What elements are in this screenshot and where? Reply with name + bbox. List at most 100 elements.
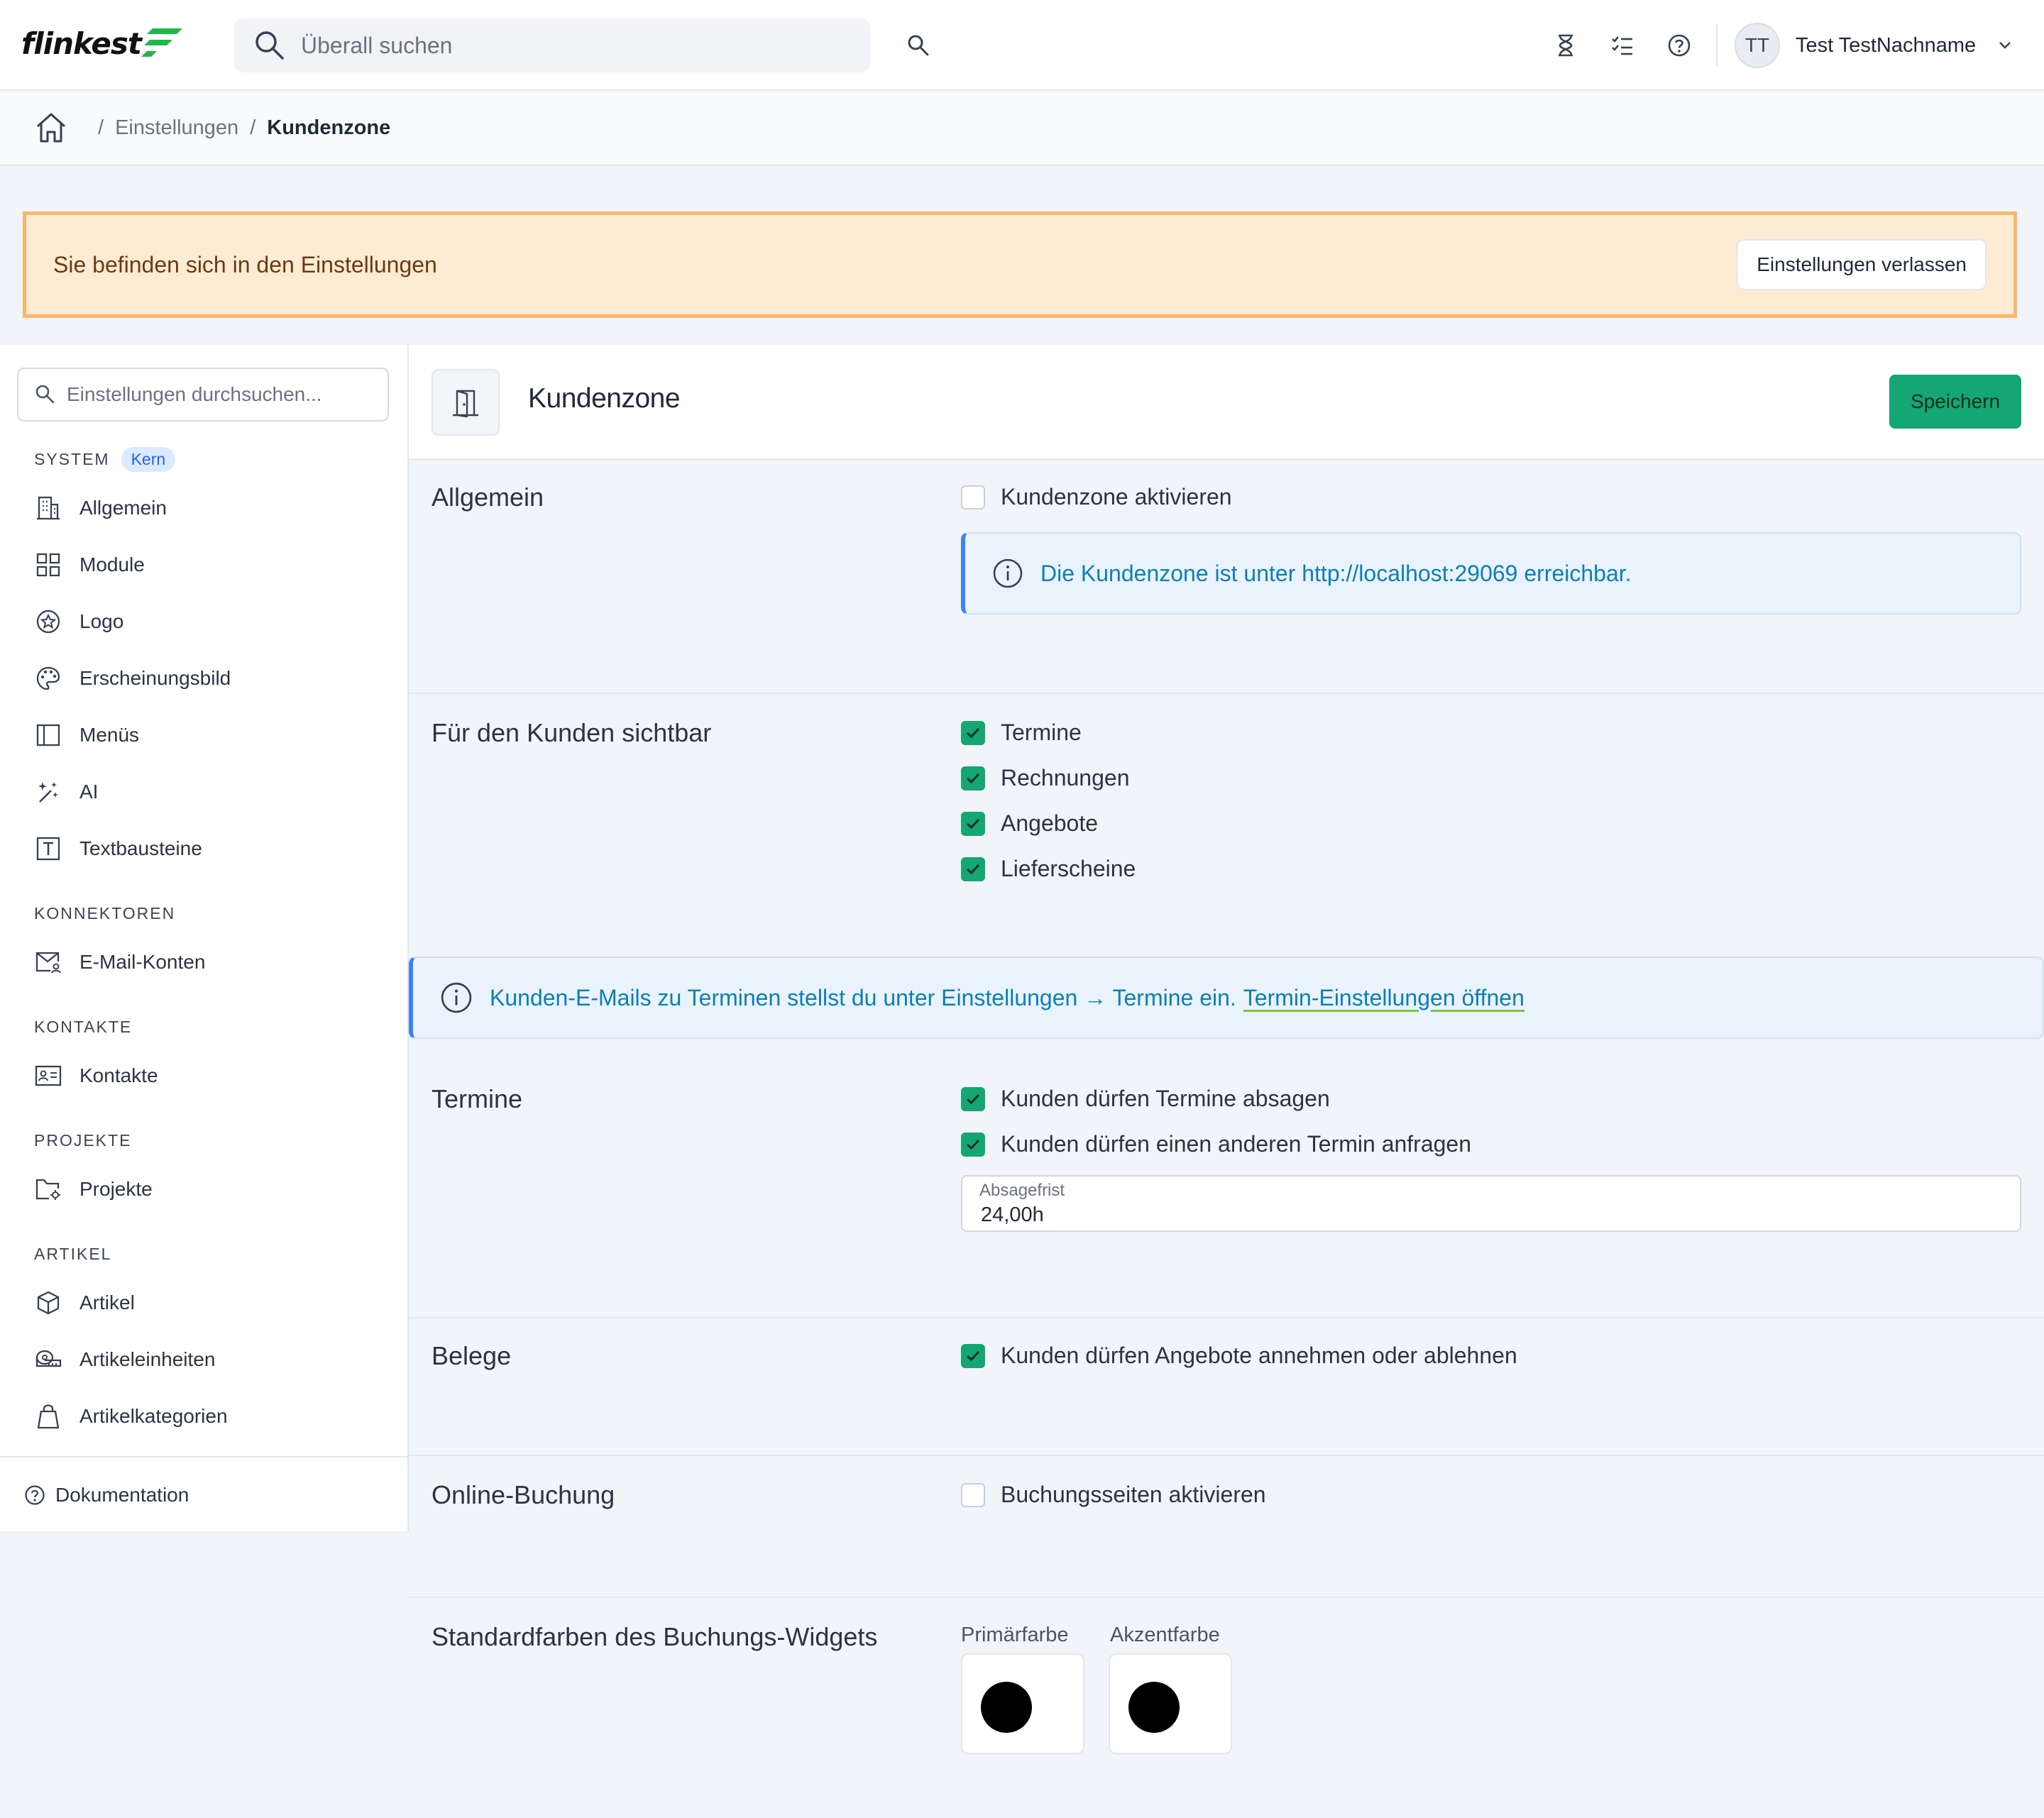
accent-color-label: Akzentfarbe	[1110, 1624, 1220, 1646]
field-label: Absagefrist	[979, 1181, 1065, 1200]
check-icon	[966, 864, 980, 874]
checkbox[interactable]	[961, 811, 985, 836]
check-icon	[966, 1093, 980, 1104]
checkbox[interactable]	[961, 720, 985, 745]
user-menu[interactable]: TT Test TestNachname	[1735, 23, 2013, 68]
sidebar-item-label: Allgemein	[79, 497, 167, 519]
sidebar-item-label: Erscheinungsbild	[79, 667, 231, 689]
sidebar-item-label: Artikelkategorien	[79, 1405, 228, 1427]
info-text: Kunden-E-Mails zu Terminen stellst du un…	[490, 984, 1236, 1010]
checkbox-buchungsseiten-aktivieren[interactable]: Buchungsseiten aktivieren	[961, 1482, 1266, 1508]
checkbox[interactable]	[961, 766, 985, 790]
section-title-belege: Belege	[432, 1341, 512, 1370]
home-icon[interactable]	[34, 111, 68, 145]
sidebar-item-label: AI	[79, 781, 99, 803]
layout-sidebar-icon	[34, 721, 62, 749]
check-icon	[966, 1350, 980, 1361]
checkbox[interactable]	[961, 1132, 985, 1157]
page-header: Kundenzone Speichern	[409, 345, 2044, 460]
leave-settings-button[interactable]: Einstellungen verlassen	[1737, 239, 1987, 290]
section-title: PROJEKTE	[34, 1131, 132, 1150]
checkbox-termine[interactable]: Termine	[961, 720, 1082, 746]
help-icon[interactable]	[1664, 30, 1695, 61]
page-title: Kundenzone	[528, 383, 681, 414]
sidebar-item-textbausteine[interactable]: Textbausteine	[34, 834, 202, 863]
save-button[interactable]: Speichern	[1889, 375, 2021, 429]
sidebar-item-projekte[interactable]: Projekte	[34, 1175, 153, 1203]
checkbox[interactable]	[961, 1343, 985, 1368]
section-title-widget-farben: Standardfarben des Buchungs-Widgets	[432, 1622, 878, 1651]
search-icon	[35, 385, 55, 404]
sidebar-item-email-konten[interactable]: E-Mail-Konten	[34, 948, 205, 976]
absagefrist-field[interactable]: Absagefrist 24,00h	[961, 1175, 2021, 1232]
checkbox-label: Kunden dürfen einen anderen Termin anfra…	[1001, 1131, 1472, 1157]
section-title-allgemein: Allgemein	[432, 483, 544, 512]
termin-settings-link[interactable]: Termin-Einstellungen öffnen	[1243, 985, 1524, 1011]
building-icon	[34, 494, 62, 522]
grid-icon	[34, 551, 62, 579]
checkbox[interactable]	[961, 1482, 985, 1507]
checkbox[interactable]	[961, 485, 985, 509]
section-divider	[409, 1455, 2044, 1456]
field-value: 24,00h	[981, 1203, 1044, 1226]
checkbox-termin-anfragen[interactable]: Kunden dürfen einen anderen Termin anfra…	[961, 1131, 1471, 1157]
sidebar-item-label: Artikeleinheiten	[79, 1348, 216, 1370]
sidebar-item-logo[interactable]: Logo	[34, 607, 123, 636]
user-name: Test TestNachname	[1796, 33, 1977, 57]
checkbox-rechnungen[interactable]: Rechnungen	[961, 765, 1129, 791]
documentation-label: Dokumentation	[55, 1484, 189, 1506]
sidebar-item-menus[interactable]: Menüs	[34, 721, 139, 749]
app-logo[interactable]: flinkest	[21, 24, 185, 62]
sidebar-item-label: Projekte	[79, 1178, 153, 1200]
section-title: SYSTEM	[34, 450, 110, 468]
documentation-link[interactable]: Dokumentation	[0, 1456, 407, 1533]
sidebar-item-artikelkategorien[interactable]: Artikelkategorien	[34, 1402, 228, 1431]
check-icon	[966, 727, 980, 738]
package-icon	[34, 1289, 62, 1317]
check-icon	[966, 818, 980, 829]
text-block-icon	[34, 834, 62, 863]
checkbox[interactable]	[961, 1086, 985, 1111]
sidebar-item-label: Textbausteine	[79, 837, 202, 859]
search-submit-icon[interactable]	[903, 30, 934, 61]
sidebar-item-kontakte[interactable]: Kontakte	[34, 1062, 158, 1090]
sidebar-item-allgemein[interactable]: Allgemein	[34, 494, 167, 522]
door-icon	[432, 369, 500, 436]
section-title-online-buchung: Online-Buchung	[432, 1480, 615, 1509]
primary-color-picker[interactable]	[961, 1653, 1084, 1754]
checkbox[interactable]	[961, 856, 985, 881]
checkbox-label: Lieferscheine	[1001, 856, 1136, 881]
palette-icon	[34, 664, 62, 693]
section-divider	[409, 693, 2044, 694]
measuring-tape-icon	[34, 1345, 62, 1374]
contact-card-icon	[34, 1062, 62, 1090]
sidebar-item-artikel[interactable]: Artikel	[34, 1289, 135, 1317]
checkbox-label: Buchungsseiten aktivieren	[1001, 1482, 1266, 1507]
sidebar-item-artikeleinheiten[interactable]: Artikeleinheiten	[34, 1345, 215, 1374]
global-search-input[interactable]: Überall suchen	[234, 18, 870, 72]
logo-mark-icon	[141, 28, 182, 57]
breadcrumb-item-einstellungen[interactable]: Einstellungen	[115, 116, 238, 140]
primary-color-label: Primärfarbe	[961, 1624, 1069, 1646]
sidebar-item-ai[interactable]: AI	[34, 778, 98, 806]
search-placeholder: Überall suchen	[301, 32, 453, 58]
checkbox-lieferscheine[interactable]: Lieferscheine	[961, 856, 1136, 882]
accent-color-picker[interactable]	[1109, 1653, 1232, 1754]
settings-search-input[interactable]: Einstellungen durchsuchen...	[17, 368, 389, 422]
breadcrumb: / Einstellungen / Kundenzone	[0, 91, 2044, 166]
checkbox-angebote[interactable]: Angebote	[961, 810, 1098, 837]
task-list-icon[interactable]	[1607, 30, 1638, 61]
checkbox-angebote-annehmen[interactable]: Kunden dürfen Angebote annehmen oder abl…	[961, 1343, 1517, 1369]
checkbox-label: Kunden dürfen Angebote annehmen oder abl…	[1001, 1343, 1517, 1368]
hourglass-icon[interactable]	[1550, 30, 1581, 61]
checkbox-label: Termine	[1001, 720, 1082, 745]
top-bar: flinkest Überall suchen TT Test TestNach…	[0, 0, 2044, 91]
sidebar-item-erscheinungsbild[interactable]: Erscheinungsbild	[34, 664, 231, 693]
section-divider	[409, 1597, 2044, 1598]
section-header-konnektoren: KONNEKTOREN	[34, 904, 175, 923]
checkbox-kundenzone-aktivieren[interactable]: Kundenzone aktivieren	[961, 484, 1232, 510]
sidebar-item-label: Menüs	[79, 724, 140, 746]
checkbox-termine-absagen[interactable]: Kunden dürfen Termine absagen	[961, 1086, 1330, 1112]
sidebar-item-module[interactable]: Module	[34, 551, 145, 579]
checkbox-label: Rechnungen	[1001, 765, 1130, 790]
